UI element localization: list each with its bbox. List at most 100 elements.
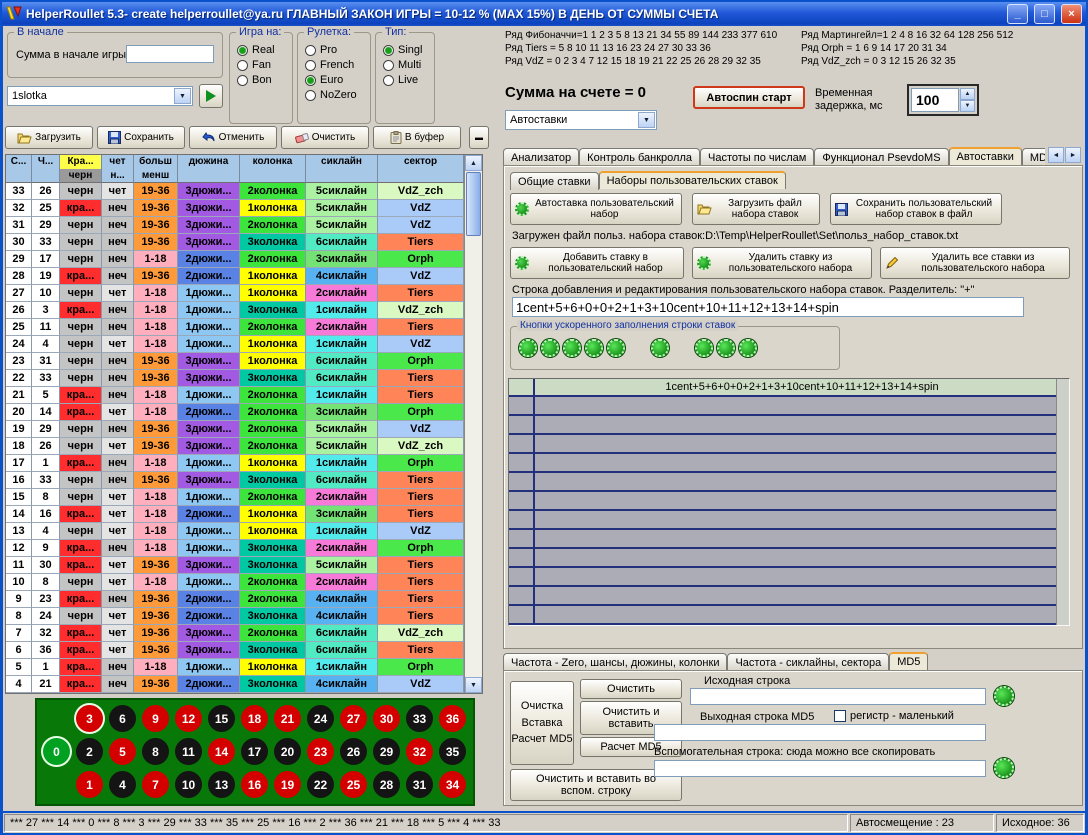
scroll-thumb[interactable] bbox=[466, 172, 481, 236]
add-bet-button[interactable]: Добавить ставку в пользовательский набор bbox=[510, 247, 684, 279]
bet-list-row[interactable] bbox=[509, 587, 1069, 606]
radio-french[interactable]: French bbox=[305, 59, 357, 71]
roulette-number-13[interactable]: 13 bbox=[208, 771, 235, 798]
spin-row[interactable]: 2511черннеч1-181дюжи...2колонка2сиклайнT… bbox=[6, 319, 464, 336]
roulette-number-14[interactable]: 14 bbox=[208, 738, 235, 765]
tab-scroll-left-icon[interactable]: ◄ bbox=[1048, 147, 1064, 163]
tab[interactable]: Частоты по числам bbox=[700, 148, 814, 165]
spin-row[interactable]: 421кра...неч19-362дюжи...3колонка4сиклай… bbox=[6, 676, 464, 693]
roulette-number-28[interactable]: 28 bbox=[373, 771, 400, 798]
spinner-up-icon[interactable]: ▲ bbox=[960, 88, 975, 100]
roulette-number-29[interactable]: 29 bbox=[373, 738, 400, 765]
tab[interactable]: Анализатор bbox=[503, 148, 579, 165]
roulette-number-11[interactable]: 11 bbox=[175, 738, 202, 765]
radio-nozero[interactable]: NoZero bbox=[305, 89, 357, 101]
bet-list-row[interactable] bbox=[509, 454, 1069, 473]
spin-row[interactable]: 2819кра...неч19-362дюжи...1колонка4сикла… bbox=[6, 268, 464, 285]
spinner-down-icon[interactable]: ▼ bbox=[960, 100, 975, 112]
save-button[interactable]: Сохранить bbox=[97, 126, 185, 149]
tab[interactable]: Наборы пользовательских ставок bbox=[599, 171, 786, 189]
bet-list-row[interactable] bbox=[509, 511, 1069, 530]
roulette-number-22[interactable]: 22 bbox=[307, 771, 334, 798]
radio-real[interactable]: Real bbox=[237, 44, 275, 56]
scroll-up-icon[interactable]: ▲ bbox=[465, 155, 482, 171]
spin-row[interactable]: 158чернчет1-181дюжи...2колонка2сиклайнTi… bbox=[6, 489, 464, 506]
roulette-number-16[interactable]: 16 bbox=[241, 771, 268, 798]
md5-output-input[interactable] bbox=[654, 724, 986, 741]
minimize-button[interactable]: _ bbox=[1007, 4, 1028, 24]
clear-button[interactable]: Очистить bbox=[281, 126, 369, 149]
spin-row[interactable]: 129кра...неч1-181дюжи...3колонка2сиклайн… bbox=[6, 540, 464, 557]
roulette-number-21[interactable]: 21 bbox=[274, 705, 301, 732]
quick-chip-button[interactable] bbox=[541, 339, 559, 357]
spin-row[interactable]: 3225кра...неч19-363дюжи...1колонка5сикла… bbox=[6, 200, 464, 217]
bet-list-row[interactable] bbox=[509, 549, 1069, 568]
roulette-number-7[interactable]: 7 bbox=[142, 771, 169, 798]
autobets-combo[interactable]: Автоставки ▼ bbox=[505, 110, 657, 130]
radio-fan[interactable]: Fan bbox=[237, 59, 275, 71]
title-bar[interactable]: HelperRoullet 5.3- create helperroullet@… bbox=[2, 2, 1086, 26]
roulette-number-32[interactable]: 32 bbox=[406, 738, 433, 765]
md5-aux-input[interactable] bbox=[654, 760, 986, 777]
spin-row[interactable]: 2233черннеч19-363дюжи...3колонка6сиклайн… bbox=[6, 370, 464, 387]
quick-chip-button[interactable] bbox=[739, 339, 757, 357]
bet-list-row[interactable] bbox=[509, 492, 1069, 511]
tab[interactable]: Контроль банкролла bbox=[579, 148, 700, 165]
radio-pro[interactable]: Pro bbox=[305, 44, 357, 56]
roulette-number-23[interactable]: 23 bbox=[307, 738, 334, 765]
roulette-number-6[interactable]: 6 bbox=[109, 705, 136, 732]
spin-row[interactable]: 3033черннеч19-363дюжи...3колонка6сиклайн… bbox=[6, 234, 464, 251]
spin-row[interactable]: 1929черннеч19-363дюжи...2колонка5сиклайн… bbox=[6, 421, 464, 438]
spin-row[interactable]: 2917черннеч1-182дюжи...2колонка3сиклайнO… bbox=[6, 251, 464, 268]
spin-row[interactable]: 824чернчет19-362дюжи...3колонка4сиклайнT… bbox=[6, 608, 464, 625]
roulette-number-36[interactable]: 36 bbox=[439, 705, 466, 732]
roulette-number-35[interactable]: 35 bbox=[439, 738, 466, 765]
minus-button[interactable]: ▬ bbox=[469, 126, 489, 149]
roulette-number-1[interactable]: 1 bbox=[76, 771, 103, 798]
roulette-number-33[interactable]: 33 bbox=[406, 705, 433, 732]
spin-row[interactable]: 2331черннеч19-363дюжи...1колонка6сиклайн… bbox=[6, 353, 464, 370]
roulette-number-18[interactable]: 18 bbox=[241, 705, 268, 732]
copy-buffer-button[interactable]: В буфер bbox=[373, 126, 461, 149]
autobet-user-set-button[interactable]: Автоставка пользовательский набор bbox=[510, 193, 682, 225]
load-bet-file-button[interactable]: Загрузить файл набора ставок bbox=[692, 193, 820, 225]
tab[interactable]: Автоставки bbox=[949, 147, 1022, 165]
quick-chip-button[interactable] bbox=[607, 339, 625, 357]
quick-chip-button[interactable] bbox=[585, 339, 603, 357]
quick-chip-button[interactable] bbox=[695, 339, 713, 357]
md5-source-input[interactable] bbox=[690, 688, 986, 705]
roulette-number-12[interactable]: 12 bbox=[175, 705, 202, 732]
scroll-track[interactable] bbox=[465, 237, 482, 677]
roulette-number-5[interactable]: 5 bbox=[109, 738, 136, 765]
slot-combo[interactable]: 1slotka ▼ bbox=[7, 86, 193, 106]
delay-value[interactable]: 100 bbox=[911, 88, 959, 112]
md5-clear-button[interactable]: Очистить bbox=[580, 679, 682, 699]
spin-row[interactable]: 923кра...неч19-362дюжи...2колонка4сиклай… bbox=[6, 591, 464, 608]
roulette-number-17[interactable]: 17 bbox=[241, 738, 268, 765]
tab[interactable]: Частота - Zero, шансы, дюжины, колонки bbox=[503, 653, 727, 671]
spin-row[interactable]: 108чернчет1-181дюжи...2колонка2сиклайнTi… bbox=[6, 574, 464, 591]
undo-button[interactable]: Отменить bbox=[189, 126, 277, 149]
roulette-number-24[interactable]: 24 bbox=[307, 705, 334, 732]
md5-case-checkbox[interactable]: регистр - маленький bbox=[834, 710, 954, 722]
md5-aux-chip-button[interactable] bbox=[994, 758, 1014, 778]
bet-string-input[interactable] bbox=[512, 297, 1024, 317]
tab[interactable]: Функционал PsevdoMS bbox=[814, 148, 948, 165]
radio-bon[interactable]: Bon bbox=[237, 74, 275, 86]
bet-list-row[interactable] bbox=[509, 416, 1069, 435]
md5-clear-paste-calc-button[interactable]: Очистка Вставка Расчет MD5 bbox=[510, 681, 574, 765]
remove-all-bets-button[interactable]: Удалить все ставки из пользовательского … bbox=[880, 247, 1070, 279]
roulette-number-4[interactable]: 4 bbox=[109, 771, 136, 798]
roulette-number-27[interactable]: 27 bbox=[340, 705, 367, 732]
spin-row[interactable]: 134чернчет1-181дюжи...1колонка1сиклайнVd… bbox=[6, 523, 464, 540]
chevron-down-icon[interactable]: ▼ bbox=[174, 88, 191, 104]
roulette-number-9[interactable]: 9 bbox=[142, 705, 169, 732]
roulette-number-34[interactable]: 34 bbox=[439, 771, 466, 798]
roulette-number-31[interactable]: 31 bbox=[406, 771, 433, 798]
spin-row[interactable]: 1633черннеч19-363дюжи...3колонка6сиклайн… bbox=[6, 472, 464, 489]
spin-row[interactable]: 215кра...неч1-181дюжи...2колонка1сиклайн… bbox=[6, 387, 464, 404]
roulette-number-26[interactable]: 26 bbox=[340, 738, 367, 765]
spin-row[interactable]: 732кра...чет19-363дюжи...2колонка6сиклай… bbox=[6, 625, 464, 642]
bet-list-row[interactable] bbox=[509, 473, 1069, 492]
roulette-number-8[interactable]: 8 bbox=[142, 738, 169, 765]
